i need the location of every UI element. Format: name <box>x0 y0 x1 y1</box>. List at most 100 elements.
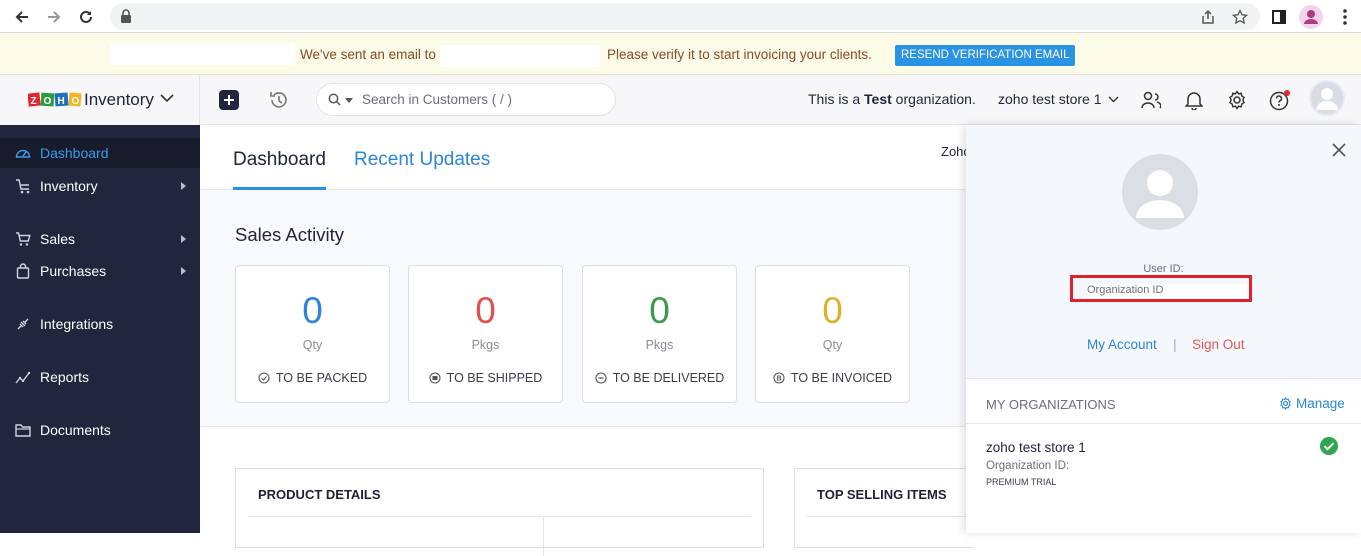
resend-verification-button[interactable]: RESEND VERIFICATION EMAIL <box>895 45 1076 66</box>
org-id-line: Organization ID: <box>986 460 1070 472</box>
inventory-icon <box>15 178 31 194</box>
org-id-label: Organization ID <box>1087 284 1164 296</box>
card-label: TO BE DELIVERED <box>612 371 725 385</box>
divider <box>248 516 751 517</box>
organization-list-item[interactable]: zoho test store 1 Organization ID: PREMI… <box>966 424 1361 494</box>
gear-icon <box>1279 397 1292 410</box>
dashboard-main: Dashboard Recent Updates Zoho Sales Acti… <box>200 125 974 556</box>
sidebar-item-integrations[interactable]: Integrations <box>0 309 200 339</box>
card-value: 0 <box>302 290 323 331</box>
bag-icon <box>15 263 31 279</box>
sidebar-item-label: Documents <box>40 422 111 438</box>
quick-create-button[interactable] <box>216 87 242 113</box>
arrow-right-icon[interactable] <box>41 4 67 30</box>
history-icon[interactable] <box>266 87 292 113</box>
user-id-label: User ID: <box>1143 263 1184 275</box>
to-be-invoiced-card[interactable]: 0 Qty B TO BE INVOICED <box>755 265 910 403</box>
svg-text:Z: Z <box>31 96 37 107</box>
card-label-row: B TO BE INVOICED <box>756 371 909 385</box>
profile-drawer: User ID: Organization ID My Account | Si… <box>966 125 1361 533</box>
caret-down-icon[interactable] <box>345 98 353 103</box>
kebab-menu-icon[interactable] <box>1332 4 1358 30</box>
close-icon[interactable] <box>1332 143 1346 157</box>
tab-dashboard[interactable]: Dashboard <box>233 149 326 190</box>
chevron-right-icon <box>181 267 186 275</box>
search-bar[interactable]: Search in Customers ( / ) <box>316 83 616 116</box>
card-label: TO BE SHIPPED <box>446 371 543 385</box>
divider <box>543 516 544 556</box>
search-input[interactable]: Search in Customers ( / ) <box>362 92 512 107</box>
browser-toolbar <box>0 0 1361 33</box>
sidebar-item-purchases[interactable]: Purchases <box>0 256 200 286</box>
star-icon[interactable] <box>1227 4 1253 30</box>
folder-icon <box>15 422 31 438</box>
redacted-area <box>110 43 295 65</box>
sidebar-item-label: Inventory <box>40 178 98 194</box>
invoice-icon: B <box>773 372 785 384</box>
sidebar-item-label: Integrations <box>40 316 114 332</box>
card-label: TO BE INVOICED <box>790 371 893 385</box>
sidebar-item-reports[interactable]: Reports <box>0 362 200 392</box>
card-unit: Qty <box>302 338 323 352</box>
app-switcher[interactable]: Z O H O Inventory <box>0 75 200 125</box>
profile-header: User ID: Organization ID My Account | Si… <box>966 125 1361 379</box>
my-organizations-heading: MY ORGANIZATIONS <box>986 397 1116 412</box>
app-header: Z O H O Inventory Search in Customers ( … <box>0 75 1361 125</box>
card-label-row: TO BE PACKED <box>236 371 389 385</box>
avatar[interactable] <box>1309 80 1345 116</box>
verification-banner: We've sent an email to Please verify it … <box>0 33 1361 75</box>
sidebar-item-label: Reports <box>40 369 90 385</box>
profile-icon[interactable] <box>1298 4 1324 30</box>
arrow-left-icon[interactable] <box>9 4 35 30</box>
chevron-right-icon <box>181 182 186 190</box>
reload-icon[interactable] <box>73 4 99 30</box>
to-be-packed-card[interactable]: 0 Qty TO BE PACKED <box>235 265 390 403</box>
svg-text:H: H <box>58 96 65 107</box>
share-icon[interactable] <box>1195 4 1221 30</box>
divider <box>807 516 974 517</box>
delivered-icon <box>595 372 607 384</box>
plan-badge: PREMIUM TRIAL <box>986 477 1057 487</box>
cart-icon <box>15 231 31 247</box>
sidebar-item-sales[interactable]: Sales <box>0 224 200 254</box>
sales-activity-title: Sales Activity <box>235 224 344 245</box>
tab-recent-updates[interactable]: Recent Updates <box>354 149 490 171</box>
sidebar-item-dashboard[interactable]: Dashboard <box>0 138 200 168</box>
highlight-box: Organization ID <box>1070 275 1252 302</box>
sales-activity-section: Sales Activity 0 Qty TO BE PACKED 0 Pkgs… <box>200 190 966 427</box>
to-be-shipped-card[interactable]: 0 Pkgs TO BE SHIPPED <box>408 265 563 403</box>
svg-text:O: O <box>44 96 52 107</box>
org-name: zoho test store 1 <box>986 440 1086 455</box>
org-switcher-label: zoho test store 1 <box>998 91 1102 107</box>
lock-icon <box>120 9 132 23</box>
dashboard-icon <box>15 145 31 161</box>
banner-text-before: We've sent an email to <box>300 47 436 62</box>
address-bar[interactable] <box>110 3 1260 30</box>
profile-avatar[interactable] <box>1122 154 1198 230</box>
redacted-email <box>440 45 600 67</box>
sidebar-item-documents[interactable]: Documents <box>0 415 200 445</box>
link-separator: | <box>1173 336 1177 352</box>
card-value: 0 <box>649 290 670 331</box>
org-note: This is a Test organization. <box>808 91 976 107</box>
users-icon[interactable] <box>1138 87 1164 113</box>
sidebar-item-label: Purchases <box>40 263 107 279</box>
my-account-link[interactable]: My Account <box>1087 337 1157 352</box>
manage-organizations-link[interactable]: Manage <box>1279 396 1345 411</box>
integrations-icon <box>15 316 31 332</box>
check-circle-icon <box>258 372 270 384</box>
card-unit: Pkgs <box>471 338 500 352</box>
org-switcher[interactable]: zoho test store 1 <box>998 91 1119 107</box>
product-details-panel: PRODUCT DETAILS <box>235 468 764 556</box>
manage-label: Manage <box>1296 396 1345 411</box>
svg-text:O: O <box>72 96 80 107</box>
sign-out-link[interactable]: Sign Out <box>1192 337 1245 352</box>
bell-icon[interactable] <box>1181 87 1207 113</box>
side-panel-icon[interactable] <box>1266 4 1292 30</box>
help-icon[interactable] <box>1267 87 1293 113</box>
chevron-right-icon <box>181 235 186 243</box>
to-be-delivered-card[interactable]: 0 Pkgs TO BE DELIVERED <box>582 265 737 403</box>
sidebar-item-inventory[interactable]: Inventory <box>0 171 200 201</box>
sidebar-item-label: Sales <box>40 231 76 247</box>
gear-icon[interactable] <box>1224 87 1250 113</box>
